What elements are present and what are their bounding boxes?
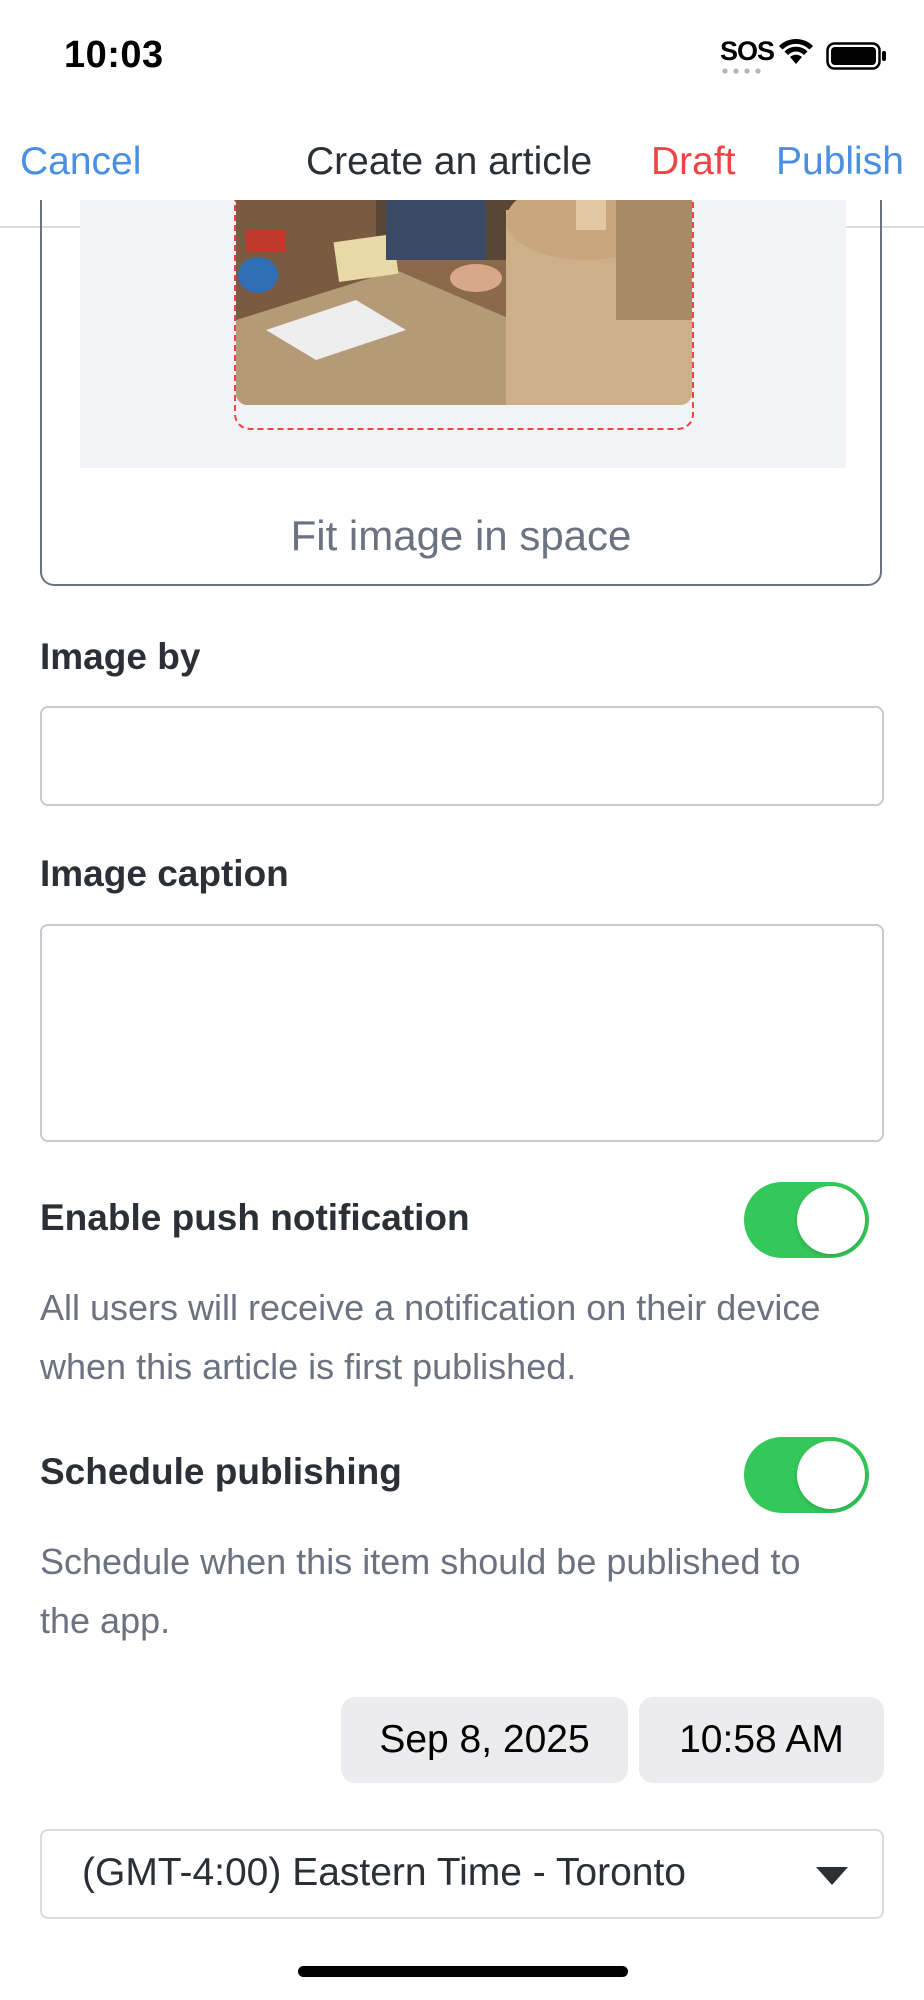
push-notification-label: Enable push notification (40, 1197, 470, 1238)
date-picker-button[interactable]: Sep 8, 2025 (341, 1697, 628, 1783)
signal-dots-icon (722, 68, 761, 74)
schedule-publishing-label: Schedule publishing (40, 1451, 402, 1492)
battery-icon (826, 42, 886, 70)
home-indicator (298, 1966, 628, 1977)
toggle-knob (797, 1441, 865, 1509)
push-notification-help: All users will receive a notification on… (40, 1287, 821, 1387)
toggle-knob (797, 1186, 865, 1254)
image-card: Fit image in space (40, 200, 882, 586)
timezone-value: (GMT-4:00) Eastern Time - Toronto (82, 1851, 686, 1894)
schedule-publishing-help: Schedule when this item should be publis… (40, 1541, 801, 1641)
fit-image-toggle[interactable]: Fit image in space (42, 512, 880, 560)
image-caption-input[interactable] (40, 924, 884, 1142)
time-picker-button[interactable]: 10:58 AM (639, 1697, 884, 1783)
status-time: 10:03 (64, 34, 164, 76)
status-bar: 10:03 SOS (0, 0, 924, 110)
schedule-publishing-toggle[interactable] (744, 1437, 869, 1513)
sos-indicator: SOS (720, 36, 775, 66)
caret-down-icon (816, 1867, 848, 1885)
page-title: Create an article (306, 140, 593, 183)
timezone-select[interactable]: (GMT-4:00) Eastern Time - Toronto (40, 1829, 884, 1919)
publish-button[interactable]: Publish (776, 140, 904, 184)
draft-button[interactable]: Draft (651, 140, 736, 184)
cancel-button[interactable]: Cancel (20, 140, 141, 184)
image-by-input[interactable] (40, 706, 884, 806)
crop-frame[interactable] (234, 200, 694, 430)
image-by-label: Image by (40, 636, 201, 677)
wifi-icon (779, 38, 813, 64)
push-notification-toggle[interactable] (744, 1182, 869, 1258)
image-caption-label: Image caption (40, 853, 289, 894)
